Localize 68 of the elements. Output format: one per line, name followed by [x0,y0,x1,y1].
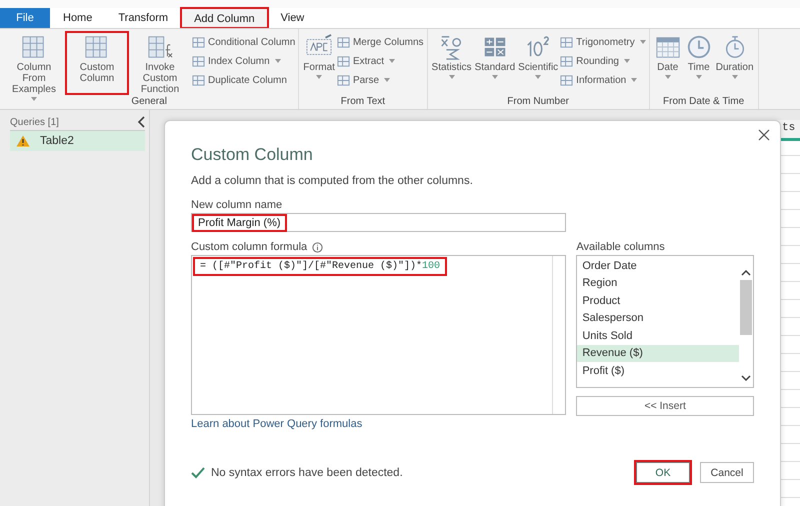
column-list-item[interactable]: Order Date [577,257,739,274]
dialog-title: Custom Column [191,145,314,165]
ribbon-button[interactable]: Column From Examples [3,32,65,94]
table-icon [192,74,205,86]
dialog-button[interactable]: OK [636,462,690,483]
column-list-item[interactable]: Units Sold [577,327,739,344]
scrollbar-thumb[interactable] [740,280,752,335]
table-icon [560,36,574,48]
ribbon-group-label: From Number [506,96,570,109]
ribbon-button[interactable]: Trigonometry [560,34,646,50]
column-list-item[interactable]: Revenue ($) [577,344,739,362]
status-message: No syntax errors have been detected. [211,466,403,478]
checkmark-icon [191,466,205,478]
ribbon-tab[interactable]: Add Column [181,8,268,28]
column-list-item[interactable]: Profit ($) [577,362,739,380]
ribbon-button[interactable]: Statistics [430,32,473,94]
field-value: Profit Margin (%) [192,214,287,232]
ribbon-button[interactable]: Merge Columns [336,34,424,50]
ribbon-group-label: From Date & Time [662,96,746,109]
ribbon-tab[interactable]: Home [50,8,106,28]
field-label: Custom column formula [191,241,308,253]
ribbon-button[interactable]: Invoke Custom Function [129,32,191,94]
table-icon [560,74,574,86]
formula-editor[interactable]: = ([#"Profit ($)"]/[#"Revenue ($)"])*100 [191,255,566,415]
ribbon-button[interactable]: Rounding [560,53,646,69]
ribbon-group-label: From Text [340,96,386,109]
ribbon-tab[interactable]: Transform [105,8,182,28]
column-name-field[interactable]: Profit Margin (%) [191,213,566,232]
table-icon [336,54,350,68]
help-link[interactable]: Learn about Power Query formulas [191,418,566,430]
ribbon-button[interactable]: Parse [336,72,424,88]
info-icon [312,242,324,252]
ribbon-button[interactable]: Duration [714,32,755,94]
formula-text: = ([#"Profit ($)"]/[#"Revenue ($)"])*100 [193,257,448,276]
ribbon-button[interactable]: Index Column [192,53,296,69]
ribbon-button[interactable]: Custom Column [66,32,128,94]
chevron-down-icon[interactable] [741,375,751,381]
chevron-left-icon[interactable] [137,116,145,128]
column-list-item[interactable]: Product [577,292,739,310]
ribbon-button[interactable]: Standard [474,32,516,94]
table-icon [192,36,205,48]
column-list-item[interactable]: Region [577,274,739,292]
close-icon[interactable] [758,129,770,141]
ribbon-button[interactable]: Scientific [517,32,560,94]
queries-title: Queries [1] [10,116,59,128]
ribbon-button[interactable]: Extract [336,53,424,69]
dialog-button[interactable]: Cancel [700,462,754,483]
field-label: New column name [191,199,284,211]
function-icon [146,34,174,60]
column-list-item[interactable]: Salesperson [577,310,739,327]
ribbon-button[interactable]: Date [652,32,683,94]
ribbon-tab[interactable]: File [0,8,50,28]
table-icon [336,36,350,48]
dialog-description: Add a column that is computed from the other columns. [191,175,474,187]
ribbon-button[interactable]: Conditional Column [192,34,296,50]
ribbon-button[interactable]: Information [560,72,646,88]
table-icon [336,74,350,86]
list-label: Available columns [576,241,666,253]
ribbon-button[interactable]: Format [302,32,336,94]
table-icon [192,54,205,68]
query-item[interactable]: Table2 [10,131,145,151]
table-icon [560,54,574,68]
ribbon-button[interactable]: Time [684,32,714,94]
ribbon-tab[interactable]: View [268,8,318,28]
chevron-up-icon[interactable] [741,270,751,276]
insert-button[interactable]: << Insert [576,396,754,416]
ribbon-group-label: General [130,96,168,109]
ribbon-button[interactable]: Duplicate Column [192,72,296,88]
